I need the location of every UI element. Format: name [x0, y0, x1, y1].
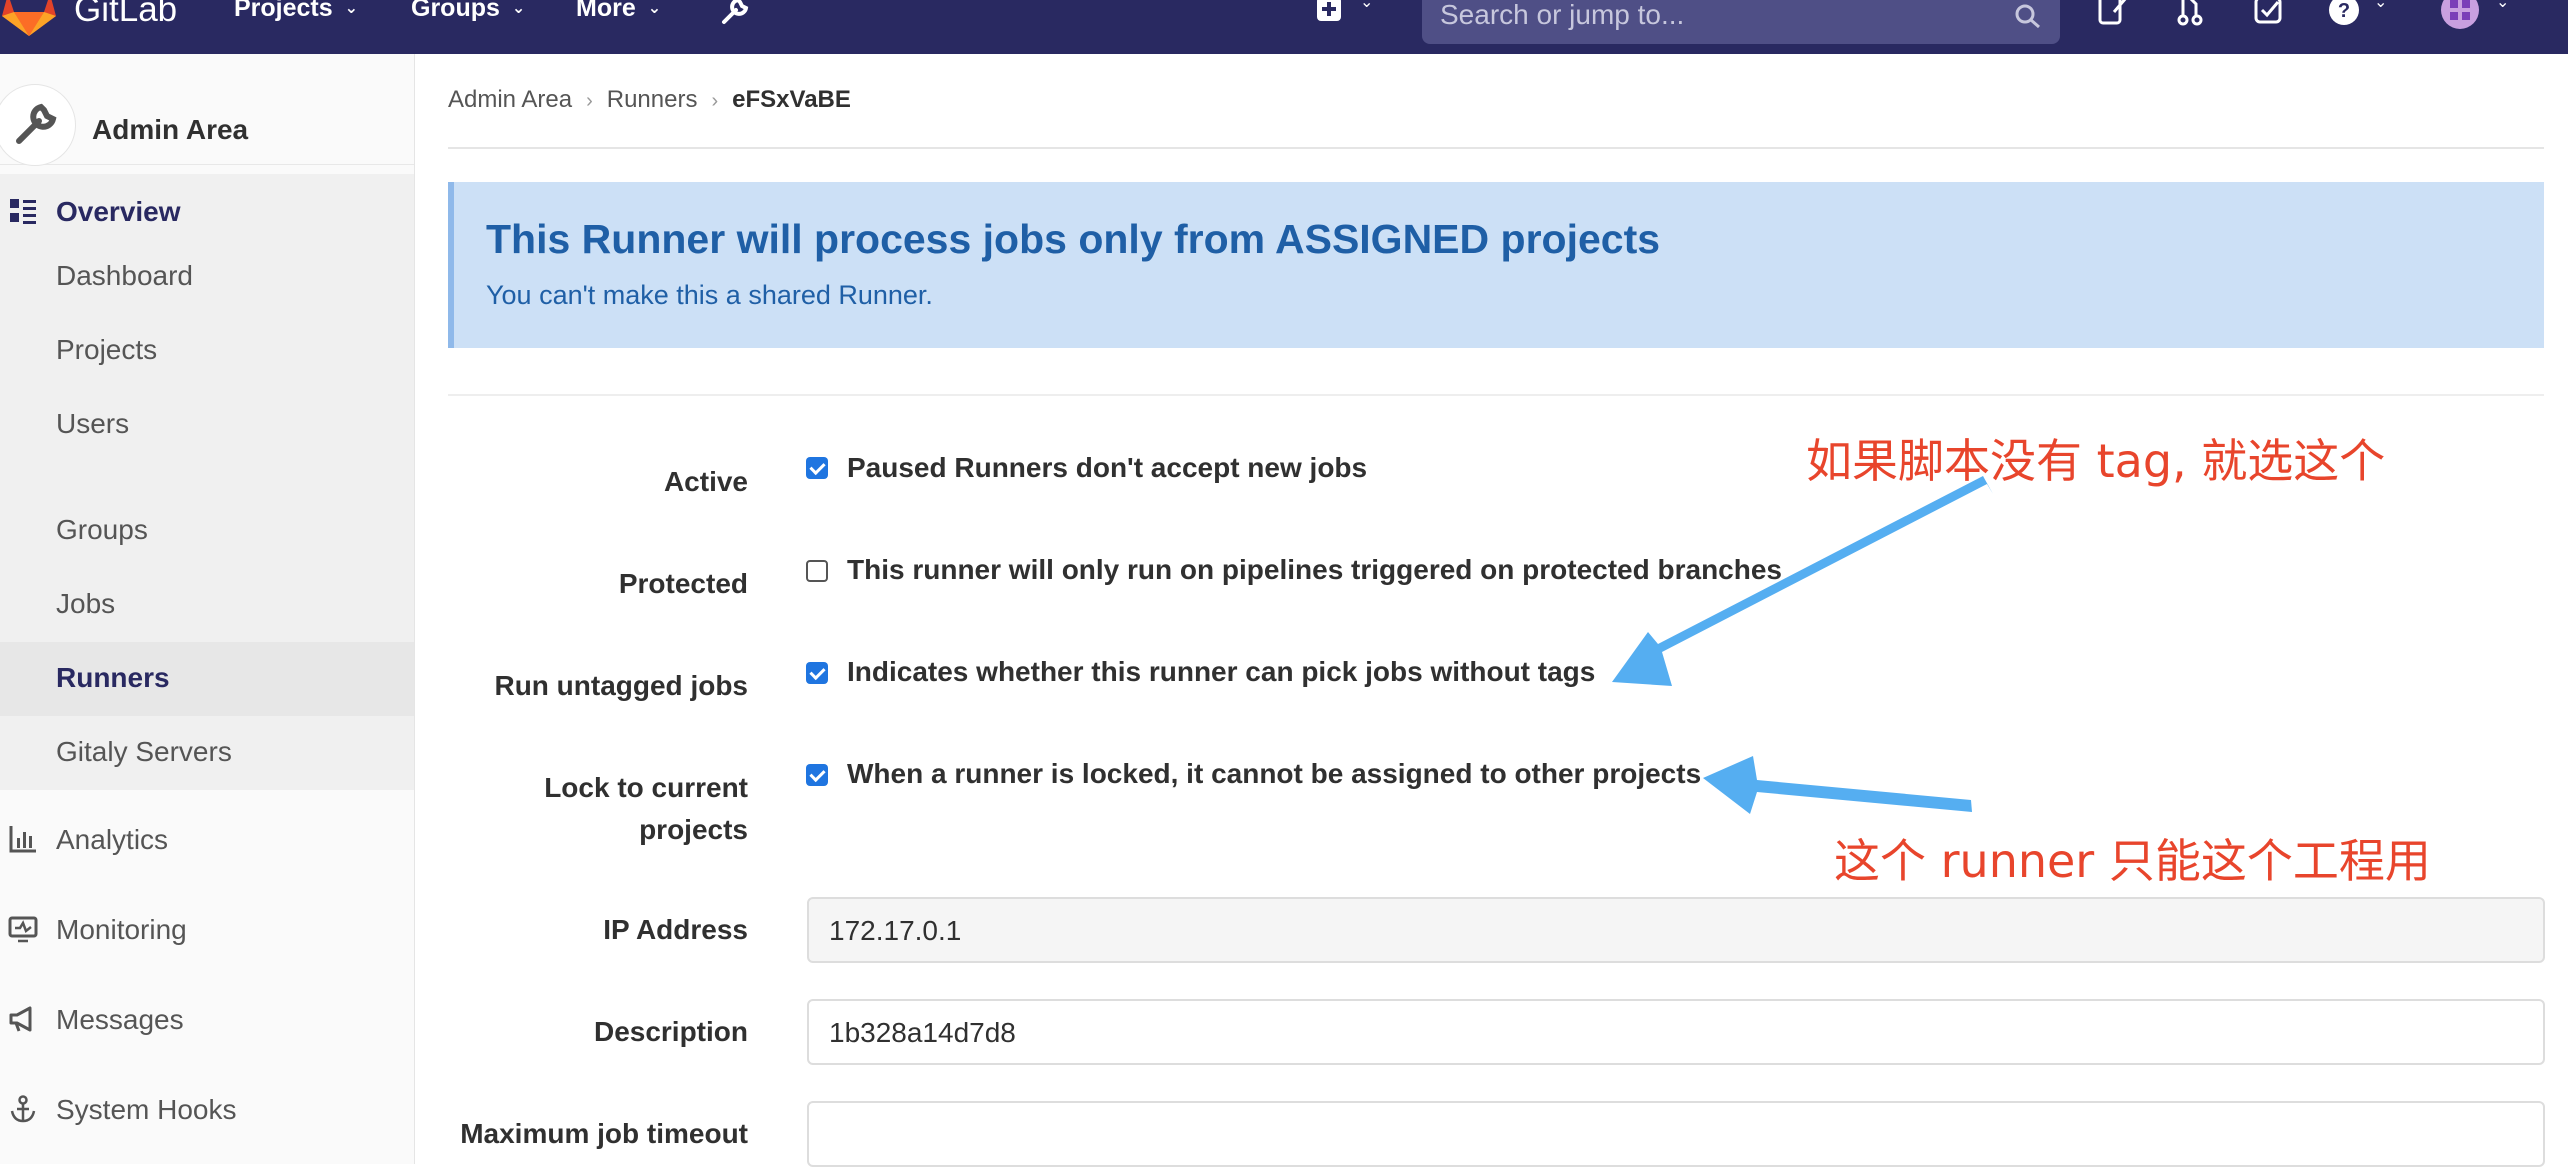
- chevron-down-icon[interactable]: ⌄: [2374, 0, 2387, 12]
- sidebar-title: Admin Area: [92, 114, 249, 145]
- divider: [448, 394, 2544, 396]
- sidebar-item-groups[interactable]: Groups: [0, 494, 414, 568]
- sidebar-item-jobs[interactable]: Jobs: [0, 568, 414, 642]
- wrench-icon: [16, 103, 57, 144]
- sidebar-item-runners[interactable]: Runners: [0, 642, 414, 716]
- nav-groups[interactable]: Groups ⌄: [411, 0, 525, 23]
- help-icon[interactable]: ?: [2328, 0, 2360, 26]
- run-untagged-description: Indicates whether this runner can pick j…: [847, 656, 1596, 687]
- chevron-right-icon: ›: [711, 90, 719, 112]
- lock-label-line2: projects: [639, 814, 748, 845]
- chevron-down-icon: ⌄: [344, 0, 359, 17]
- monitoring-icon: [8, 916, 38, 943]
- ip-address-field[interactable]: 172.17.0.1: [807, 897, 2545, 963]
- breadcrumb-current[interactable]: eFSxVaBE: [732, 86, 851, 113]
- megaphone-icon: [9, 1006, 32, 1032]
- breadcrumb-runners[interactable]: Runners: [607, 86, 698, 113]
- sidebar-monitoring[interactable]: Monitoring: [56, 914, 187, 946]
- nav-projects[interactable]: Projects ⌄: [234, 0, 358, 23]
- max-timeout-label: Maximum job timeout: [460, 1118, 748, 1149]
- sidebar-item-label: Runners: [56, 662, 170, 693]
- sidebar-item-dashboard[interactable]: Dashboard: [0, 240, 414, 314]
- sidebar-messages[interactable]: Messages: [56, 1004, 184, 1036]
- alert-title: This Runner will process jobs only from …: [486, 216, 1661, 262]
- lock-label: Lock to current projects: [544, 767, 748, 851]
- nav-more[interactable]: More ⌄: [576, 0, 661, 23]
- ip-address-value: 172.17.0.1: [829, 915, 962, 946]
- lock-label-line1: Lock to current: [544, 772, 748, 803]
- sidebar-item-users[interactable]: Users: [0, 388, 414, 462]
- active-checkbox[interactable]: [806, 457, 828, 479]
- protected-label: Protected: [618, 568, 748, 599]
- sidebar-item-label: Groups: [56, 514, 148, 545]
- search-icon: [2015, 4, 2040, 28]
- divider: [448, 147, 2544, 149]
- anchor-icon: [10, 1095, 36, 1123]
- description-value: 1b328a14d7d8: [829, 1017, 1016, 1048]
- info-alert: This Runner will process jobs only from …: [448, 182, 2544, 348]
- sidebar-item-label: Projects: [56, 334, 158, 365]
- breadcrumb: Admin Area › Runners › eFSxVaBE: [448, 86, 851, 114]
- chevron-down-icon[interactable]: ⌄: [1360, 0, 1373, 12]
- sidebar-system-hooks[interactable]: System Hooks: [56, 1094, 237, 1126]
- active-description: Paused Runners don't accept new jobs: [847, 452, 1368, 483]
- ip-address-label: IP Address: [603, 914, 748, 945]
- sidebar-item-label: Gitaly Servers: [56, 736, 232, 767]
- description-label: Description: [593, 1016, 748, 1047]
- sidebar-item-label: Users: [56, 408, 130, 439]
- sidebar-item-label: Dashboard: [56, 260, 193, 291]
- sidebar-overview[interactable]: Overview: [56, 196, 181, 228]
- nav-projects-label: Projects: [234, 0, 333, 22]
- chevron-down-icon: ⌄: [647, 0, 662, 17]
- chevron-right-icon: ›: [586, 90, 593, 112]
- issues-icon[interactable]: [2098, 0, 2128, 26]
- nav-more-label: More: [576, 0, 636, 22]
- description-input[interactable]: 1b328a14d7d8: [807, 999, 2545, 1065]
- chevron-down-icon: ⌄: [511, 0, 526, 17]
- chevron-down-icon[interactable]: ⌄: [2496, 0, 2509, 12]
- plus-square-icon[interactable]: [1316, 0, 1342, 22]
- breadcrumb-admin-area[interactable]: Admin Area: [448, 86, 572, 113]
- user-avatar-icon[interactable]: [2440, 0, 2480, 30]
- protected-description: This runner will only run on pipelines t…: [847, 554, 1783, 585]
- sidebar-item-label: Jobs: [56, 588, 116, 619]
- run-untagged-label: Run untagged jobs: [494, 670, 748, 701]
- merge-request-icon[interactable]: [2176, 0, 2206, 26]
- sidebar-header[interactable]: Admin Area: [0, 72, 414, 166]
- todo-icon[interactable]: [2254, 0, 2284, 26]
- top-navbar: GitLab Projects ⌄ Groups ⌄ More ⌄ ⌄ Search …: [0, 0, 2568, 54]
- sidebar-item-projects[interactable]: Projects: [0, 314, 414, 388]
- overview-icon: [10, 199, 36, 224]
- annotation-lock-note: 这个 runner 只能这个工程用: [1834, 834, 2431, 888]
- nav-groups-label: Groups: [411, 0, 500, 22]
- wrench-icon[interactable]: [718, 0, 752, 28]
- analytics-icon: [9, 826, 36, 853]
- gitlab-logo-icon[interactable]: [0, 0, 58, 38]
- search-placeholder: Search or jump to...: [1440, 0, 1685, 30]
- arrow-to-lock: [1703, 756, 1972, 814]
- sidebar-analytics[interactable]: Analytics: [56, 824, 168, 856]
- svg-text:?: ?: [2338, 0, 2350, 22]
- admin-sidebar: Admin Area Overview Dashboard Projects U…: [0, 54, 415, 1164]
- protected-checkbox[interactable]: [806, 560, 828, 582]
- active-label: Active: [663, 466, 748, 497]
- brand-name[interactable]: GitLab: [74, 0, 177, 30]
- run-untagged-checkbox[interactable]: [806, 662, 828, 684]
- lock-description: When a runner is locked, it cannot be as…: [847, 758, 1702, 789]
- sidebar-overview-section: Overview Dashboard Projects Users: [0, 174, 414, 494]
- lock-checkbox[interactable]: [806, 764, 828, 786]
- admin-area-avatar: [0, 84, 76, 166]
- annotation-untagged-note: 如果脚本没有 tag, 就选这个: [1806, 434, 2386, 488]
- sidebar-item-gitaly-servers[interactable]: Gitaly Servers: [0, 716, 414, 790]
- max-timeout-input[interactable]: [807, 1101, 2545, 1167]
- search-input[interactable]: Search or jump to...: [1422, 0, 2060, 44]
- alert-text: You can't make this a shared Runner.: [486, 280, 933, 310]
